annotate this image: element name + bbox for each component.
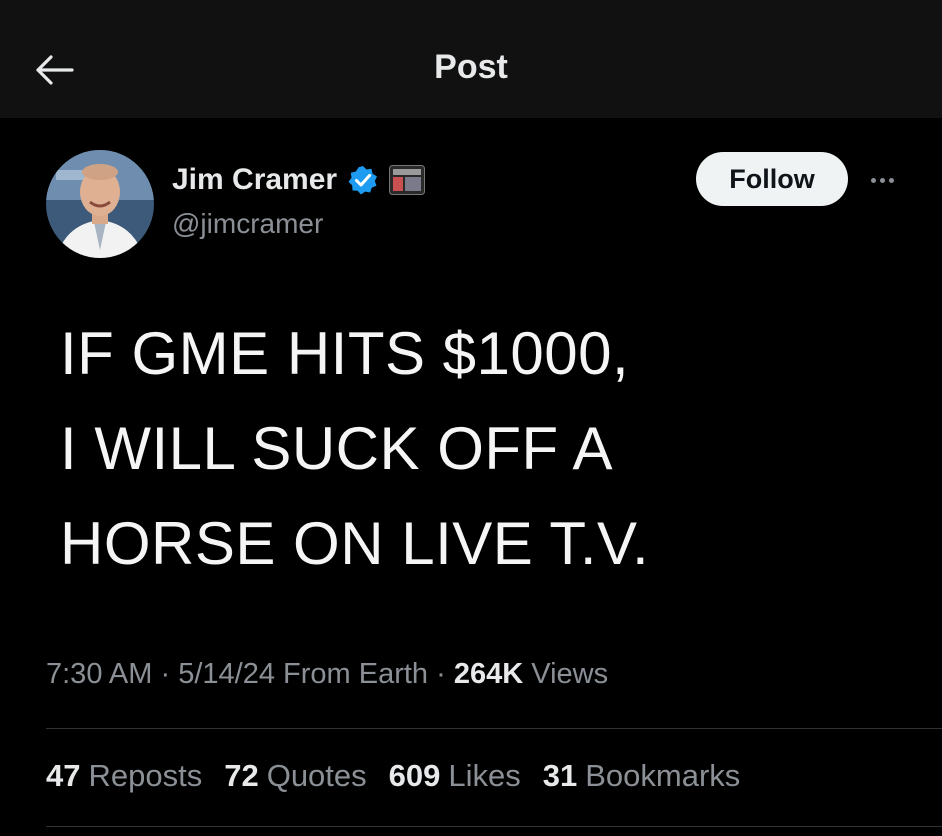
more-dots-icon[interactable] — [862, 166, 902, 194]
likes-stat[interactable]: 609 Likes — [389, 758, 521, 794]
stat-label: Likes — [448, 758, 521, 793]
stat-label: Bookmarks — [585, 758, 741, 793]
verified-badge-icon — [348, 166, 378, 195]
affiliate-badge-icon — [389, 165, 426, 195]
stat-count: 31 — [542, 758, 578, 793]
follow-button[interactable]: Follow — [696, 152, 848, 206]
divider — [46, 728, 942, 729]
divider — [46, 826, 942, 827]
stat-count: 609 — [388, 758, 441, 793]
tweet-text: IF GME HITS $1000, I WILL SUCK OFF A HOR… — [60, 306, 900, 591]
bookmarks-stat[interactable]: 31 Bookmarks — [543, 758, 741, 794]
reposts-stat[interactable]: 47 Reposts — [46, 758, 202, 794]
page-title: Post — [434, 48, 508, 86]
post-time[interactable]: 7:30 AM — [46, 658, 152, 690]
post-date[interactable]: 5/14/24 — [178, 658, 275, 690]
post-meta: 7:30 AM · 5/14/24 From Earth · 264K View… — [46, 658, 608, 691]
views-label: Views — [531, 658, 609, 690]
tweet-line: IF GME HITS $1000, — [60, 320, 630, 387]
stat-label: Reposts — [88, 758, 203, 793]
tweet-line: I WILL SUCK OFF A — [60, 415, 614, 482]
author-name[interactable]: Jim Cramer — [172, 163, 337, 197]
quotes-stat[interactable]: 72 Quotes — [224, 758, 366, 794]
engagement-stats: 47 Reposts 72 Quotes 609 Likes 31 Bookmarks — [46, 758, 740, 794]
avatar[interactable] — [46, 150, 154, 258]
meta-separator: · — [436, 658, 446, 690]
meta-separator: · — [160, 658, 171, 690]
author-name-row: Jim Cramer — [172, 160, 426, 200]
tweet-line: HORSE ON LIVE T.V. — [60, 510, 650, 577]
stat-label: Quotes — [266, 758, 367, 793]
views-count: 264K — [453, 658, 524, 690]
stat-count: 72 — [224, 758, 259, 793]
stat-count: 47 — [46, 758, 81, 793]
top-bar: Post — [0, 0, 942, 118]
post-source: From Earth — [283, 658, 429, 690]
author-handle[interactable]: @jimcramer — [172, 208, 323, 240]
